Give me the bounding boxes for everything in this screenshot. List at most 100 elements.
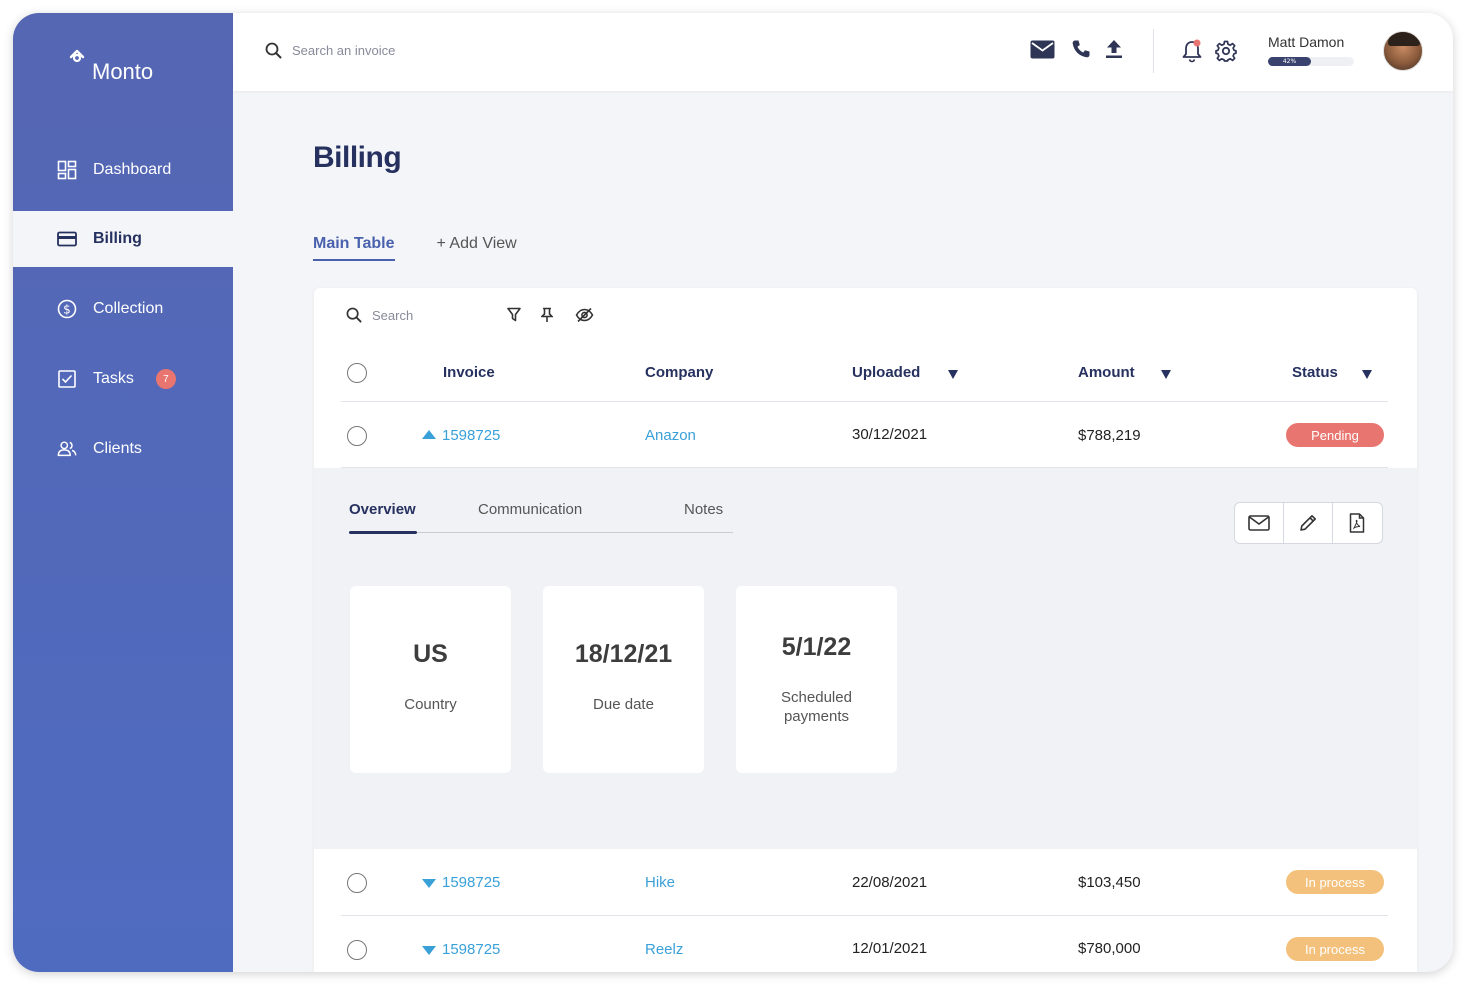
country-card: US Country — [350, 586, 511, 773]
pdf-invoice-button[interactable] — [1333, 503, 1382, 543]
detail-actions — [1234, 502, 1383, 544]
search-icon — [265, 42, 282, 59]
column-header-amount[interactable]: Amount — [1078, 364, 1135, 381]
topbar-divider — [1153, 29, 1154, 73]
upload-icon[interactable] — [1105, 39, 1123, 59]
expand-row-icon[interactable] — [422, 879, 436, 888]
tab-overview[interactable]: Overview — [349, 501, 416, 518]
svg-text:$: $ — [63, 303, 71, 317]
column-header-invoice[interactable]: Invoice — [443, 364, 495, 381]
email-invoice-button[interactable] — [1235, 503, 1284, 543]
billing-table: Search Invoice Company Uploaded Amount S… — [314, 288, 1417, 972]
top-utility-actions — [1181, 39, 1237, 63]
table-search[interactable]: Search — [346, 307, 413, 323]
due-date-card: 18/12/21 Due date — [543, 586, 704, 773]
country-value: US — [413, 640, 448, 668]
column-header-uploaded[interactable]: Uploaded — [852, 364, 920, 381]
scheduled-payments-value: 5/1/22 — [781, 633, 852, 661]
company-link[interactable]: Hike — [645, 874, 675, 891]
filter-icon[interactable] — [507, 307, 521, 326]
dashboard-icon — [57, 160, 77, 180]
gear-icon[interactable] — [1215, 40, 1237, 62]
uploaded-date: 12/01/2021 — [852, 940, 928, 957]
column-header-company[interactable]: Company — [645, 364, 713, 381]
expand-row-icon[interactable] — [422, 946, 436, 955]
mail-icon[interactable] — [1030, 40, 1055, 59]
profile-progress-bar: 42% — [1268, 57, 1354, 66]
row-checkbox[interactable] — [347, 873, 367, 893]
tab-main-table[interactable]: Main Table — [313, 235, 395, 261]
scheduled-payments-label: Scheduled payments — [781, 689, 852, 725]
amount-value: $103,450 — [1078, 874, 1141, 891]
tab-communication[interactable]: Communication — [478, 501, 582, 518]
collapse-row-icon[interactable] — [422, 430, 436, 439]
country-label: Country — [404, 696, 457, 713]
bell-icon[interactable] — [1181, 39, 1203, 63]
sidebar: Monto Dashboard Billing $ Collection Tas… — [13, 13, 305, 972]
company-link[interactable]: Anazon — [645, 427, 696, 444]
pencil-icon — [1300, 515, 1316, 531]
sidebar-item-label: Dashboard — [93, 161, 172, 178]
avatar[interactable] — [1383, 31, 1423, 71]
column-header-status[interactable]: Status — [1292, 364, 1338, 381]
sidebar-item-label: Tasks — [93, 370, 134, 387]
app-logo[interactable]: Monto — [68, 49, 153, 85]
invoice-search-placeholder: Search an invoice — [292, 43, 396, 58]
invoice-detail-panel: Overview Communication Notes US Country — [314, 468, 1417, 849]
pin-icon[interactable] — [540, 307, 554, 327]
edit-invoice-button[interactable] — [1284, 503, 1333, 543]
add-view-button[interactable]: + Add View — [437, 235, 517, 261]
amount-value: $780,000 — [1078, 940, 1141, 957]
invoice-search[interactable]: Search an invoice — [265, 42, 395, 59]
app-window: Monto Dashboard Billing $ Collection Tas… — [13, 13, 1453, 972]
sort-uploaded-icon[interactable] — [948, 370, 958, 379]
sort-status-icon[interactable] — [1362, 370, 1372, 379]
sidebar-item-label: Billing — [93, 230, 142, 247]
sidebar-item-tasks[interactable]: Tasks 7 — [13, 351, 233, 407]
select-all-checkbox[interactable] — [347, 363, 367, 383]
invoice-link[interactable]: 1598725 — [442, 427, 500, 444]
sidebar-item-label: Clients — [93, 440, 142, 457]
checkbox-icon — [57, 369, 77, 389]
hide-icon[interactable] — [575, 307, 594, 327]
user-name[interactable]: Matt Damon — [1268, 34, 1344, 50]
sidebar-item-label: Collection — [93, 300, 164, 317]
profile-progress-fill: 42% — [1268, 57, 1311, 66]
invoice-link[interactable]: 1598725 — [442, 874, 500, 891]
row-checkbox[interactable] — [347, 426, 367, 446]
sidebar-item-collection[interactable]: $ Collection — [13, 281, 233, 337]
search-icon — [346, 307, 362, 323]
sort-amount-icon[interactable] — [1161, 370, 1171, 379]
row-checkbox[interactable] — [347, 940, 367, 960]
uploaded-date: 30/12/2021 — [852, 426, 928, 443]
status-badge: In process — [1286, 870, 1384, 894]
company-link[interactable]: Reelz — [645, 941, 683, 958]
tasks-count-badge: 7 — [155, 369, 176, 389]
pdf-icon — [1350, 513, 1365, 533]
phone-icon[interactable] — [1071, 39, 1091, 59]
active-tab-indicator — [349, 531, 417, 534]
page-title: Billing — [313, 141, 402, 174]
top-bar: Search an invoice Matt Damon 42% — [233, 13, 1453, 91]
logo-text: Monto — [92, 59, 154, 84]
status-badge: In process — [1286, 937, 1384, 961]
tab-notes[interactable]: Notes — [684, 501, 723, 518]
header-divider — [341, 401, 1388, 402]
due-date-value: 18/12/21 — [574, 640, 673, 668]
invoice-link[interactable]: 1598725 — [442, 941, 500, 958]
sidebar-item-billing[interactable]: Billing — [13, 211, 305, 267]
due-date-label: Due date — [593, 696, 654, 713]
scheduled-payments-card: 5/1/22 Scheduled payments — [736, 586, 897, 773]
users-icon — [57, 439, 77, 459]
sidebar-item-clients[interactable]: Clients — [13, 421, 233, 477]
amount-value: $788,219 — [1078, 427, 1141, 444]
status-badge: Pending — [1286, 423, 1384, 447]
detail-tabs: Overview Communication Notes — [349, 501, 733, 534]
sidebar-item-dashboard[interactable]: Dashboard — [13, 142, 233, 198]
view-tabs: Main Table + Add View — [313, 235, 517, 261]
uploaded-date: 22/08/2021 — [852, 874, 928, 891]
credit-card-icon — [57, 229, 77, 249]
top-actions — [1030, 39, 1123, 59]
mail-outline-icon — [1248, 515, 1270, 531]
row-divider — [341, 915, 1388, 916]
